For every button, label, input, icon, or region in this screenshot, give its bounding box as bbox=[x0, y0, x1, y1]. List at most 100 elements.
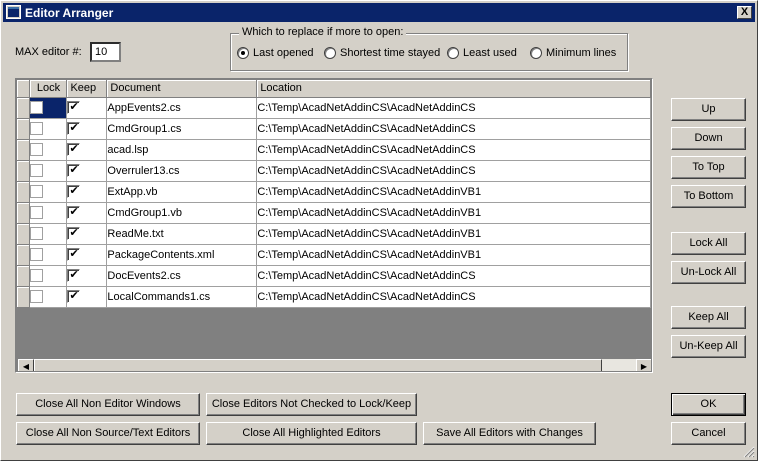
lock-cell[interactable] bbox=[29, 139, 68, 161]
column-header-location[interactable]: Location bbox=[256, 80, 651, 98]
row-header[interactable] bbox=[17, 181, 31, 203]
table-row[interactable]: CmdGroup1.csC:\Temp\AcadNetAddinCS\AcadN… bbox=[17, 118, 651, 140]
document-cell[interactable]: LocalCommands1.cs bbox=[106, 286, 258, 308]
location-cell[interactable]: C:\Temp\AcadNetAddinCS\AcadNetAddinCS bbox=[256, 139, 651, 161]
keep-cell[interactable] bbox=[66, 160, 108, 182]
row-header[interactable] bbox=[17, 286, 31, 308]
keep-cell[interactable] bbox=[66, 286, 108, 308]
document-cell[interactable]: Overruler13.cs bbox=[106, 160, 258, 182]
close-non-source-editors-button[interactable]: Close All Non Source/Text Editors bbox=[16, 422, 200, 445]
row-header[interactable] bbox=[17, 223, 31, 245]
radio-last-opened[interactable]: Last opened bbox=[237, 47, 314, 61]
document-cell[interactable]: ExtApp.vb bbox=[106, 181, 258, 203]
keep-cell[interactable] bbox=[66, 244, 108, 266]
radio-least-used[interactable]: Least used bbox=[447, 47, 517, 61]
cancel-button[interactable]: Cancel bbox=[671, 422, 746, 445]
column-header-document[interactable]: Document bbox=[106, 80, 258, 98]
document-cell[interactable]: PackageContents.xml bbox=[106, 244, 258, 266]
row-header[interactable] bbox=[17, 160, 31, 182]
table-row[interactable]: CmdGroup1.vbC:\Temp\AcadNetAddinCS\AcadN… bbox=[17, 202, 651, 224]
close-non-editor-windows-button[interactable]: Close All Non Editor Windows bbox=[16, 393, 200, 416]
row-header[interactable] bbox=[17, 97, 31, 119]
document-cell[interactable]: acad.lsp bbox=[106, 139, 258, 161]
keep-cell[interactable] bbox=[66, 139, 108, 161]
lock-cell[interactable] bbox=[29, 265, 68, 287]
lock-checkbox[interactable] bbox=[30, 122, 44, 135]
location-cell[interactable]: C:\Temp\AcadNetAddinCS\AcadNetAddinVB1 bbox=[256, 181, 651, 203]
document-cell[interactable]: ReadMe.txt bbox=[106, 223, 258, 245]
lock-checkbox[interactable] bbox=[30, 290, 44, 303]
lock-checkbox[interactable] bbox=[30, 164, 44, 177]
keep-cell[interactable] bbox=[66, 202, 108, 224]
keep-cell[interactable] bbox=[66, 181, 108, 203]
to-top-button[interactable]: To Top bbox=[671, 156, 746, 179]
column-header-keep[interactable]: Keep bbox=[66, 80, 108, 98]
table-row[interactable]: Overruler13.csC:\Temp\AcadNetAddinCS\Aca… bbox=[17, 160, 651, 182]
lock-checkbox[interactable] bbox=[30, 248, 44, 261]
location-cell[interactable]: C:\Temp\AcadNetAddinCS\AcadNetAddinCS bbox=[256, 265, 651, 287]
keep-checkbox[interactable] bbox=[67, 163, 81, 177]
lock-cell[interactable] bbox=[29, 223, 68, 245]
keep-checkbox[interactable] bbox=[67, 184, 81, 198]
save-all-editors-button[interactable]: Save All Editors with Changes bbox=[423, 422, 596, 445]
keep-cell[interactable] bbox=[66, 223, 108, 245]
table-row[interactable]: DocEvents2.csC:\Temp\AcadNetAddinCS\Acad… bbox=[17, 265, 651, 287]
table-row[interactable]: PackageContents.xmlC:\Temp\AcadNetAddinC… bbox=[17, 244, 651, 266]
scroll-right-icon[interactable]: ▶ bbox=[636, 359, 651, 371]
to-bottom-button[interactable]: To Bottom bbox=[671, 185, 746, 208]
document-cell[interactable]: DocEvents2.cs bbox=[106, 265, 258, 287]
scroll-thumb[interactable] bbox=[34, 359, 602, 371]
keep-checkbox[interactable] bbox=[67, 205, 81, 219]
lock-checkbox[interactable] bbox=[30, 206, 44, 219]
lock-cell[interactable] bbox=[29, 118, 68, 140]
lock-cell[interactable] bbox=[29, 160, 68, 182]
keep-checkbox[interactable] bbox=[67, 100, 81, 114]
keep-checkbox[interactable] bbox=[67, 121, 81, 135]
location-cell[interactable]: C:\Temp\AcadNetAddinCS\AcadNetAddinCS bbox=[256, 286, 651, 308]
table-row[interactable]: LocalCommands1.csC:\Temp\AcadNetAddinCS\… bbox=[17, 286, 651, 308]
up-button[interactable]: Up bbox=[671, 98, 746, 121]
lock-checkbox[interactable] bbox=[30, 185, 44, 198]
location-cell[interactable]: C:\Temp\AcadNetAddinCS\AcadNetAddinVB1 bbox=[256, 244, 651, 266]
lock-checkbox[interactable] bbox=[30, 101, 44, 114]
keep-cell[interactable] bbox=[66, 265, 108, 287]
table-row[interactable]: ExtApp.vbC:\Temp\AcadNetAddinCS\AcadNetA… bbox=[17, 181, 651, 203]
max-editor-input[interactable]: 10 bbox=[90, 42, 121, 62]
table-row[interactable]: AppEvents2.csC:\Temp\AcadNetAddinCS\Acad… bbox=[17, 97, 651, 119]
keep-checkbox[interactable] bbox=[67, 289, 81, 303]
unlock-all-button[interactable]: Un-Lock All bbox=[671, 261, 746, 284]
row-header[interactable] bbox=[17, 265, 31, 287]
location-cell[interactable]: C:\Temp\AcadNetAddinCS\AcadNetAddinCS bbox=[256, 97, 651, 119]
title-bar[interactable]: Editor Arranger X bbox=[3, 3, 755, 22]
table-row[interactable]: ReadMe.txtC:\Temp\AcadNetAddinCS\AcadNet… bbox=[17, 223, 651, 245]
location-cell[interactable]: C:\Temp\AcadNetAddinCS\AcadNetAddinCS bbox=[256, 118, 651, 140]
radio-shortest-time[interactable]: Shortest time stayed bbox=[324, 47, 440, 61]
keep-checkbox[interactable] bbox=[67, 268, 81, 282]
location-cell[interactable]: C:\Temp\AcadNetAddinCS\AcadNetAddinCS bbox=[256, 160, 651, 182]
row-header[interactable] bbox=[17, 139, 31, 161]
ok-button[interactable]: OK bbox=[671, 393, 746, 416]
keep-all-button[interactable]: Keep All bbox=[671, 306, 746, 329]
resize-grip-icon[interactable] bbox=[743, 446, 755, 458]
close-highlighted-editors-button[interactable]: Close All Highlighted Editors bbox=[206, 422, 417, 445]
row-header[interactable] bbox=[17, 244, 31, 266]
column-header-lock[interactable]: Lock bbox=[29, 80, 68, 98]
document-cell[interactable]: AppEvents2.cs bbox=[106, 97, 258, 119]
scroll-left-icon[interactable]: ◀ bbox=[18, 359, 34, 371]
document-cell[interactable]: CmdGroup1.vb bbox=[106, 202, 258, 224]
row-header[interactable] bbox=[17, 202, 31, 224]
close-button[interactable]: X bbox=[737, 6, 752, 19]
lock-checkbox[interactable] bbox=[30, 269, 44, 282]
lock-cell[interactable] bbox=[29, 202, 68, 224]
keep-checkbox[interactable] bbox=[67, 226, 81, 240]
lock-checkbox[interactable] bbox=[30, 227, 44, 240]
table-row[interactable]: acad.lspC:\Temp\AcadNetAddinCS\AcadNetAd… bbox=[17, 139, 651, 161]
lock-cell[interactable] bbox=[29, 97, 68, 119]
unkeep-all-button[interactable]: Un-Keep All bbox=[671, 335, 746, 358]
keep-cell[interactable] bbox=[66, 97, 108, 119]
row-header[interactable] bbox=[17, 118, 31, 140]
radio-minimum-lines[interactable]: Minimum lines bbox=[530, 47, 616, 61]
horizontal-scrollbar[interactable]: ◀ ▶ bbox=[18, 359, 651, 371]
editor-grid[interactable]: Lock Keep Document Location AppEvents2.c… bbox=[15, 78, 653, 373]
down-button[interactable]: Down bbox=[671, 127, 746, 150]
